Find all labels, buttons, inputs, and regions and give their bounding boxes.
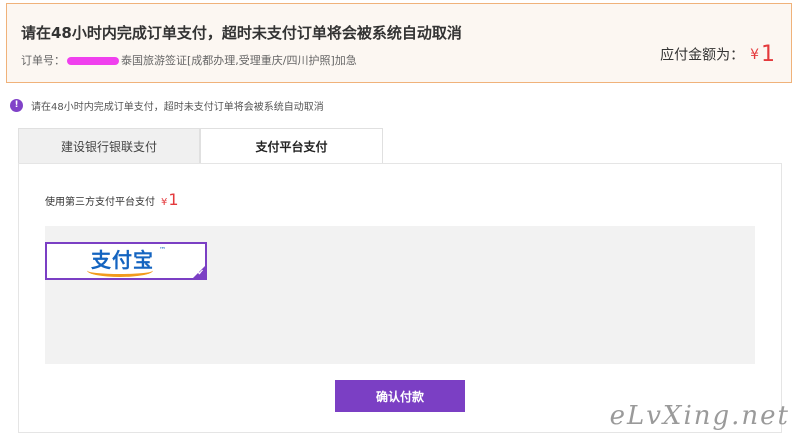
amount-label: 应付金额为： (660, 47, 745, 64)
order-line: 订单号： 泰国旅游签证[成都办理,受理重庆/四川护照]加急 (21, 52, 357, 68)
alipay-trademark: ™ (159, 246, 166, 254)
check-icon: ✔ (197, 268, 204, 277)
site-watermark: eLvXing.net (609, 401, 790, 431)
payment-panel: 使用第三方支付平台支付 ¥1 支付宝 ™ ✔ 确认付款 (18, 163, 782, 433)
order-description: 泰国旅游签证[成都办理,受理重庆/四川护照]加急 (121, 54, 357, 67)
amount-value: 1 (761, 42, 775, 67)
payment-tabs: 建设银行银联支付 支付平台支付 (18, 128, 782, 164)
payment-notice-box: 请在48小时内完成订单支付，超时未支付订单将会被系统自动取消 订单号： 泰国旅游签… (6, 3, 792, 83)
alipay-option[interactable]: 支付宝 ™ ✔ (45, 242, 207, 280)
order-number-redaction (67, 57, 119, 65)
order-number-label: 订单号： (21, 54, 65, 67)
tab-payment-platform[interactable]: 支付平台支付 (200, 128, 383, 164)
tip-text: 请在48小时内完成订单支付，超时未支付订单将会被系统自动取消 (31, 102, 324, 113)
amount-due: 应付金额为： ¥1 (660, 42, 775, 67)
info-icon: ! (10, 99, 23, 112)
payment-method-area: 支付宝 ™ ✔ (45, 226, 755, 364)
third-party-pay-line: 使用第三方支付平台支付 ¥1 (45, 190, 179, 209)
amount-currency: ¥ (750, 46, 759, 63)
notice-title: 请在48小时内完成订单支付，超时未支付订单将会被系统自动取消 (21, 24, 462, 42)
third-party-currency: ¥ (161, 197, 168, 208)
confirm-payment-button[interactable]: 确认付款 (335, 380, 465, 412)
timeout-tip: ! 请在48小时内完成订单支付，超时未支付订单将会被系统自动取消 (10, 98, 324, 113)
alipay-logo: 支付宝 (91, 248, 154, 272)
third-party-label: 使用第三方支付平台支付 (45, 197, 155, 208)
third-party-amount: 1 (168, 190, 179, 209)
tab-ccb-unionpay[interactable]: 建设银行银联支付 (18, 128, 200, 164)
